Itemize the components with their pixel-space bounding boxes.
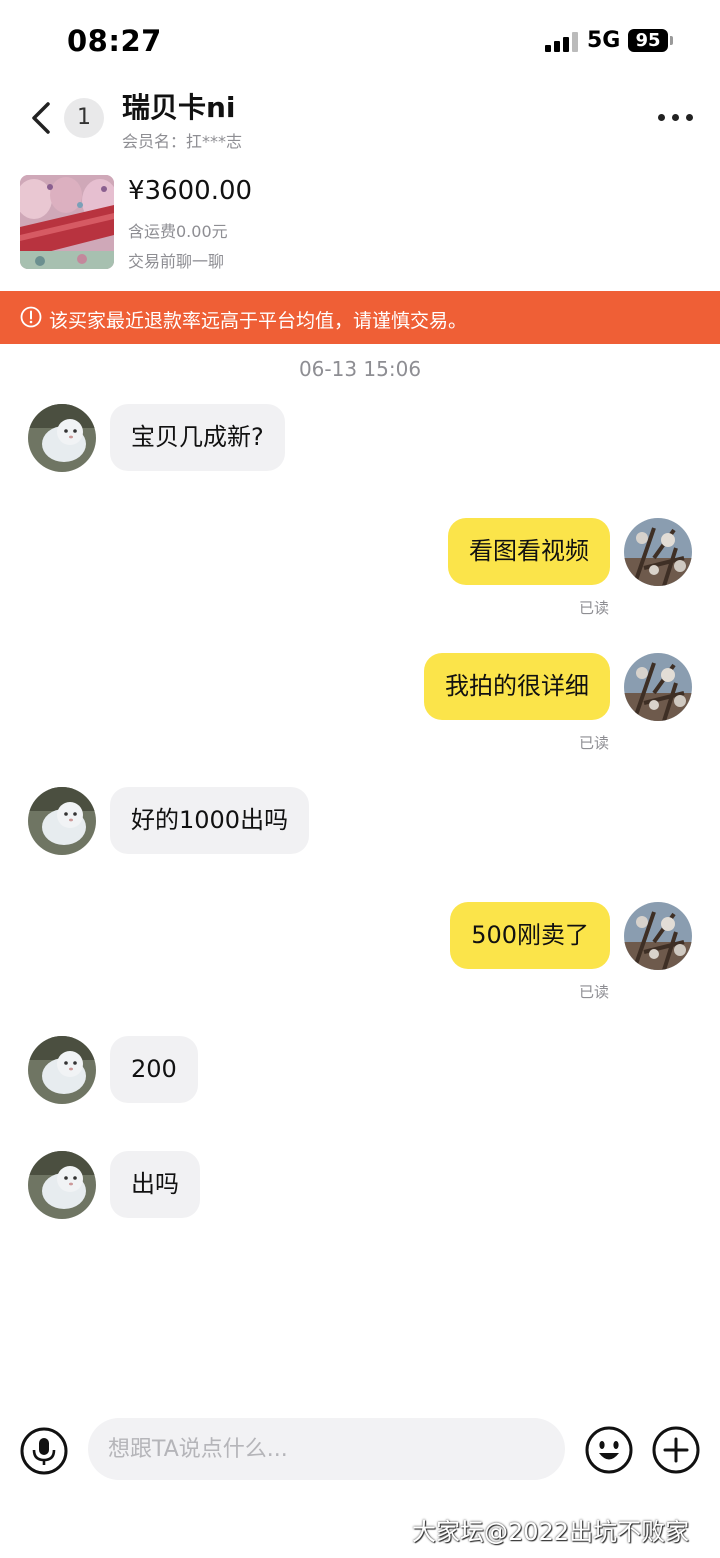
contact-name: 瑞贝卡ni xyxy=(122,91,236,124)
message-bubble[interactable]: 宝贝几成新? xyxy=(110,404,285,471)
product-price: ¥3600.00 xyxy=(128,176,253,206)
seller-avatar[interactable] xyxy=(624,518,692,586)
warning-icon xyxy=(20,306,42,328)
buyer-avatar[interactable] xyxy=(28,404,96,472)
member-name: 会员名：扛***志 xyxy=(122,132,243,151)
buyer-avatar[interactable] xyxy=(28,1036,96,1104)
seller-avatar[interactable] xyxy=(624,902,692,970)
buyer-avatar[interactable] xyxy=(28,1151,96,1219)
microphone-icon[interactable] xyxy=(20,1427,68,1475)
more-icon[interactable] xyxy=(654,104,696,130)
product-hint: 交易前聊一聊 xyxy=(128,252,225,271)
status-time: 08:27 xyxy=(67,24,162,58)
message-bubble[interactable]: 出吗 xyxy=(110,1151,200,1218)
battery-tip xyxy=(670,36,673,45)
warning-text: 该买家最近退款率远高于平台均值，请谨慎交易。 xyxy=(49,310,468,332)
battery-icon: 95 xyxy=(628,29,668,52)
read-status: 已读 xyxy=(579,983,610,1001)
message-bubble[interactable]: 我拍的很详细 xyxy=(424,653,610,720)
plus-icon[interactable] xyxy=(652,1426,700,1474)
message-bubble[interactable]: 200 xyxy=(110,1036,198,1103)
message-input[interactable] xyxy=(88,1418,565,1480)
product-shipping: 含运费0.00元 xyxy=(128,222,228,241)
signal-icon xyxy=(545,32,579,52)
message-bubble[interactable]: 看图看视频 xyxy=(448,518,610,585)
product-thumbnail[interactable] xyxy=(20,175,114,269)
message-bubble[interactable]: 好的1000出吗 xyxy=(110,787,310,854)
watermark: 大家坛@2022出坑不败家 xyxy=(412,1518,690,1546)
message-bubble[interactable]: 500刚卖了 xyxy=(450,902,610,969)
seller-avatar[interactable] xyxy=(624,653,692,721)
buyer-avatar[interactable] xyxy=(28,787,96,855)
unread-badge[interactable]: 1 xyxy=(64,98,104,138)
back-icon[interactable] xyxy=(28,96,58,140)
status-bar: 08:27 5G 95 xyxy=(0,0,720,80)
chat-timestamp: 06-13 15:06 xyxy=(298,357,422,381)
emoji-icon[interactable] xyxy=(585,1426,633,1474)
read-status: 已读 xyxy=(579,599,610,617)
network-label: 5G xyxy=(587,28,621,53)
read-status: 已读 xyxy=(579,734,610,752)
